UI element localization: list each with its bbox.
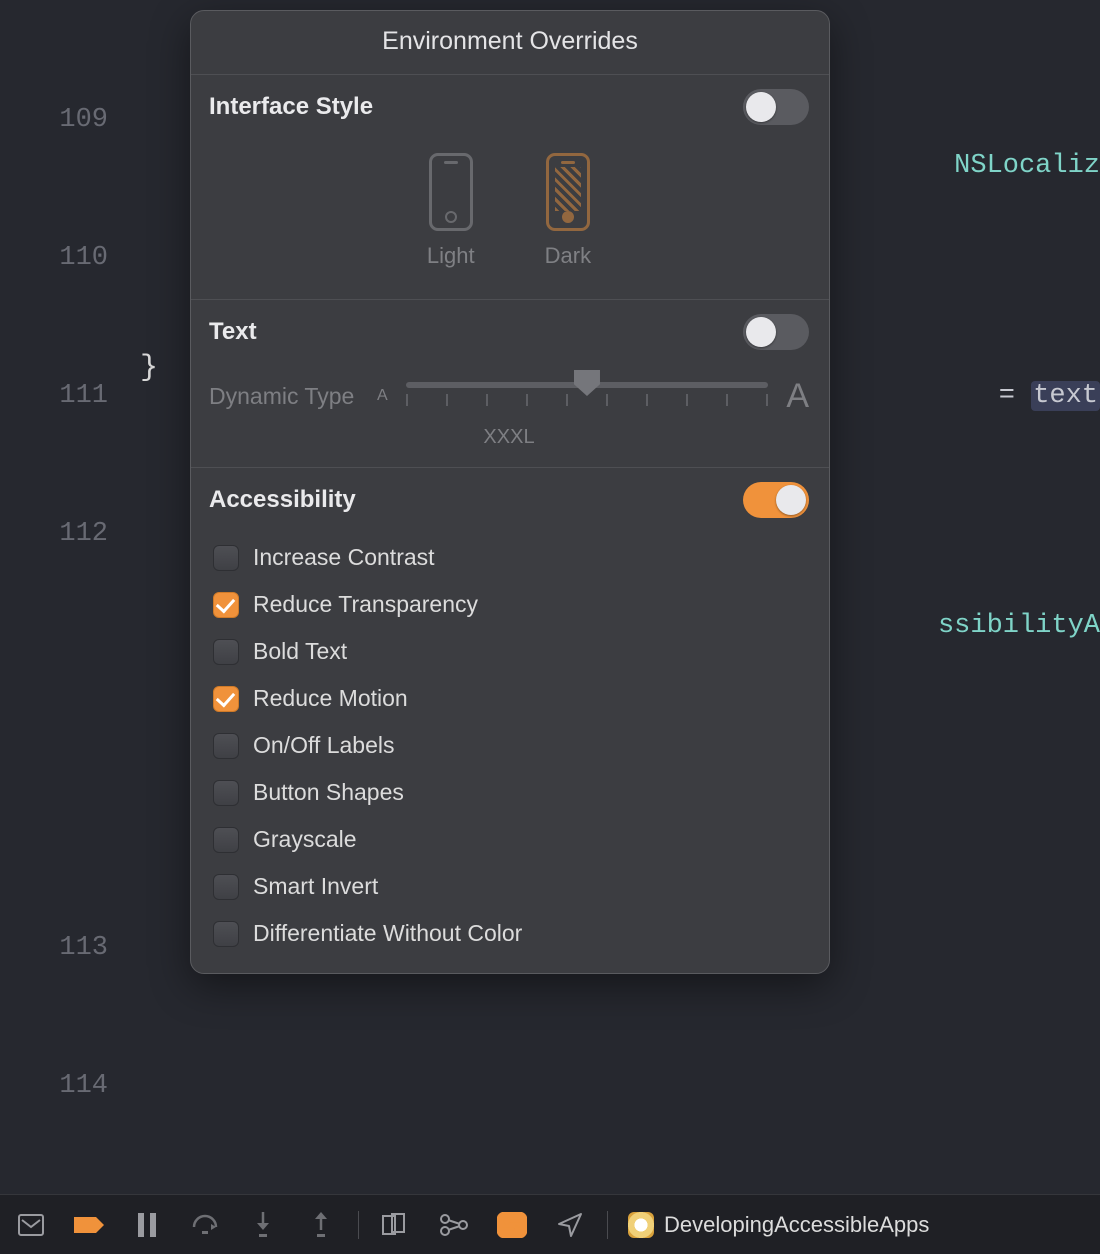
accessibility-option[interactable]: Differentiate Without Color [213, 920, 809, 947]
section-accessibility: Accessibility Increase Contrast Reduce Tr… [191, 468, 829, 973]
accessibility-option-label: Increase Contrast [253, 544, 435, 571]
dynamic-type-slider[interactable] [406, 376, 769, 416]
breakpoint-icon[interactable] [72, 1208, 106, 1242]
line-gutter: 109 110 111 112 113 114 115 [0, 0, 120, 1254]
code-token: ssibilityA [938, 611, 1100, 641]
environment-overrides-icon[interactable] [495, 1208, 529, 1242]
checkbox[interactable] [213, 921, 239, 947]
accessibility-options-list: Increase Contrast Reduce Transparency Bold… [209, 544, 809, 947]
checkbox[interactable] [213, 733, 239, 759]
checkbox[interactable] [213, 780, 239, 806]
debug-bar: DevelopingAccessibleApps [0, 1194, 1100, 1254]
line-number: 109 [0, 97, 120, 143]
small-a-icon: A [377, 387, 388, 405]
accessibility-option-label: Reduce Motion [253, 685, 408, 712]
line-number: 111 [0, 373, 120, 419]
memory-graph-icon[interactable] [437, 1208, 471, 1242]
accessibility-option-label: Bold Text [253, 638, 347, 665]
code-brace: } [140, 345, 158, 391]
separator [358, 1211, 359, 1239]
accessibility-option-label: Grayscale [253, 826, 357, 853]
accessibility-option[interactable]: Grayscale [213, 826, 809, 853]
text-toggle[interactable] [743, 314, 809, 350]
line-number: 114 [0, 1063, 120, 1109]
dark-label: Dark [545, 243, 591, 268]
text-heading: Text [209, 318, 257, 346]
accessibility-option[interactable]: Increase Contrast [213, 544, 809, 571]
environment-overrides-popover: Environment Overrides Interface Style Li… [190, 10, 830, 974]
interface-style-light[interactable]: Light [427, 153, 475, 269]
checkbox[interactable] [213, 827, 239, 853]
section-text: Text Dynamic Type A A XXXL [191, 300, 829, 468]
large-a-icon: A [786, 377, 809, 416]
process-name: DevelopingAccessibleApps [664, 1212, 929, 1238]
dynamic-type-label: Dynamic Type [209, 383, 359, 410]
interface-style-toggle[interactable] [743, 89, 809, 125]
accessibility-option[interactable]: Reduce Motion [213, 685, 809, 712]
line-number: 113 [0, 925, 120, 971]
accessibility-option[interactable]: Reduce Transparency [213, 591, 809, 618]
pause-icon[interactable] [130, 1208, 164, 1242]
popover-title: Environment Overrides [191, 11, 829, 75]
accessibility-option-label: Button Shapes [253, 779, 404, 806]
slider-thumb[interactable] [574, 370, 600, 396]
code-token-highlight: text [1031, 381, 1100, 411]
accessibility-option-label: On/Off Labels [253, 732, 395, 759]
phone-light-icon [429, 153, 473, 231]
accessibility-heading: Accessibility [209, 486, 356, 514]
accessibility-option-label: Reduce Transparency [253, 591, 478, 618]
process-selector[interactable]: DevelopingAccessibleApps [628, 1212, 929, 1238]
interface-style-heading: Interface Style [209, 93, 373, 121]
phone-dark-icon [546, 153, 590, 231]
line-number: 112 [0, 511, 120, 557]
accessibility-option[interactable]: Smart Invert [213, 873, 809, 900]
dynamic-type-value: XXXL [209, 426, 809, 449]
section-interface-style: Interface Style Light Dark [191, 75, 829, 300]
code-token: NSLocaliz [954, 151, 1100, 181]
interface-style-dark[interactable]: Dark [545, 153, 591, 269]
view-hierarchy-icon[interactable] [379, 1208, 413, 1242]
step-into-icon[interactable] [246, 1208, 280, 1242]
code-token: = [983, 381, 1032, 411]
step-over-icon[interactable] [188, 1208, 222, 1242]
location-icon[interactable] [553, 1208, 587, 1242]
checkbox[interactable] [213, 686, 239, 712]
accessibility-option[interactable]: Bold Text [213, 638, 809, 665]
step-out-icon[interactable] [304, 1208, 338, 1242]
line-number: 110 [0, 235, 120, 281]
light-label: Light [427, 243, 475, 268]
accessibility-option-label: Differentiate Without Color [253, 920, 522, 947]
separator [607, 1211, 608, 1239]
checkbox[interactable] [213, 545, 239, 571]
app-icon [628, 1212, 654, 1238]
checkbox[interactable] [213, 874, 239, 900]
accessibility-option[interactable]: Button Shapes [213, 779, 809, 806]
accessibility-option[interactable]: On/Off Labels [213, 732, 809, 759]
accessibility-toggle[interactable] [743, 482, 809, 518]
toggle-console-icon[interactable] [14, 1208, 48, 1242]
checkbox[interactable] [213, 639, 239, 665]
accessibility-option-label: Smart Invert [253, 873, 378, 900]
checkbox[interactable] [213, 592, 239, 618]
